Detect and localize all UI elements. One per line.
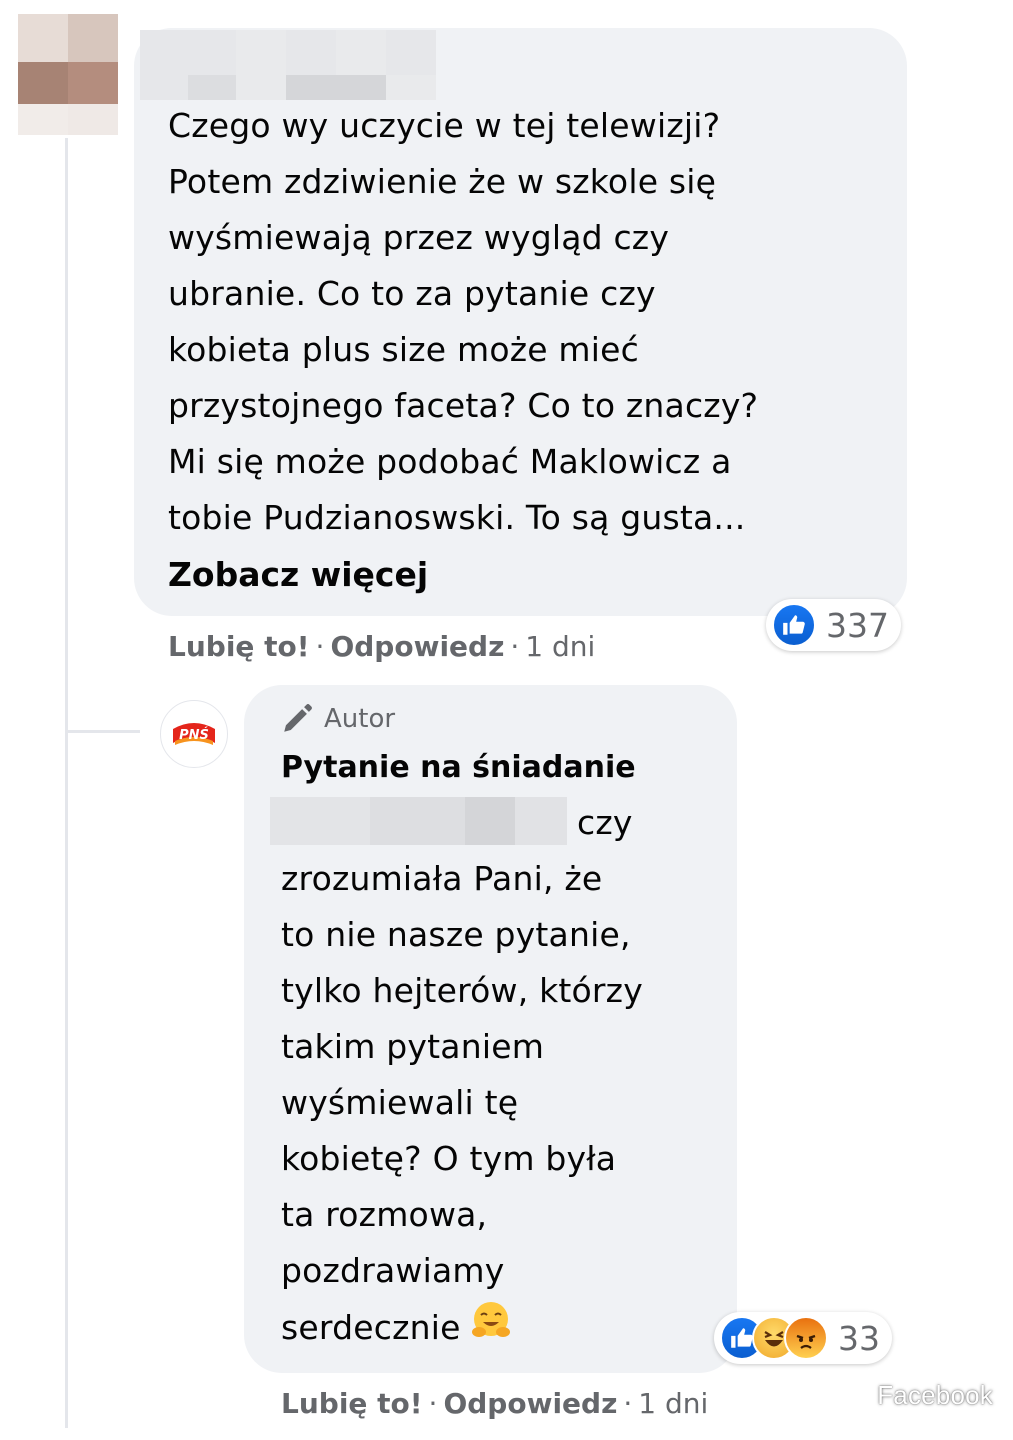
censor-block	[236, 30, 286, 75]
page-avatar[interactable]: PNŚ	[160, 700, 228, 768]
timestamp[interactable]: 1 dni	[638, 1387, 708, 1420]
censor-block	[188, 75, 236, 100]
censor-block	[386, 30, 436, 75]
reply-line: kobietę? O tym była	[281, 1139, 617, 1178]
avatar-pixel	[18, 14, 68, 62]
reactions-summary[interactable]: 337	[766, 599, 901, 651]
reply-text: czy zrozumiała Pani, że to nie nasze pyt…	[281, 795, 721, 1360]
reply-line: to nie nasze pytanie,	[281, 915, 631, 954]
comment-line: przystojnego faceta? Co to znaczy?	[168, 386, 759, 425]
comment-line: Czego wy uczycie w tej telewizji?	[168, 106, 721, 145]
reply-button[interactable]: Odpowiedz	[330, 630, 504, 663]
reply-line: zrozumiała Pani, że	[281, 859, 603, 898]
reply-line: czy	[577, 803, 633, 842]
comment-line: Mi się może podobać Maklowicz a	[168, 442, 732, 481]
censor-block	[386, 75, 436, 100]
censor-block	[188, 30, 236, 75]
author-badge: Autor	[280, 702, 395, 736]
author-badge-label: Autor	[324, 704, 396, 734]
reply-line: takim pytaniem	[281, 1027, 545, 1066]
avatar-pixel	[18, 62, 68, 104]
reply-last-line: serdecznie	[281, 1299, 721, 1360]
timestamp[interactable]: 1 dni	[525, 630, 595, 663]
censor-block	[140, 30, 188, 75]
reactions-summary[interactable]: 33	[714, 1312, 892, 1364]
avatar-pixel	[68, 62, 118, 104]
reply-line: ta rozmowa,	[281, 1195, 488, 1234]
censor-block	[286, 30, 336, 75]
angry-icon	[784, 1316, 828, 1360]
separator: ·	[315, 630, 325, 663]
like-icon	[772, 603, 816, 647]
censored-author-name[interactable]	[140, 30, 436, 100]
like-button[interactable]: Lubię to!	[168, 630, 310, 663]
reply-line: wyśmiewali tę	[281, 1083, 519, 1122]
avatar-pixel	[68, 14, 118, 62]
facebook-watermark: Facebook	[877, 1380, 993, 1410]
censor-block	[286, 75, 336, 100]
avatar-pixel	[68, 104, 118, 135]
pencil-icon	[284, 704, 312, 732]
reply-line: tylko hejterów, którzy	[281, 971, 643, 1010]
separator: ·	[428, 1387, 438, 1420]
reaction-count: 33	[838, 1318, 880, 1358]
separator: ·	[510, 630, 520, 663]
comment-line: Potem zdziwienie że w szkole się	[168, 162, 717, 201]
censor-block	[336, 30, 386, 75]
censor-block	[236, 75, 286, 100]
censor-block	[336, 75, 386, 100]
hugging-face-icon	[469, 1299, 513, 1360]
reply-line: pozdrawiamy	[281, 1251, 505, 1290]
reaction-count: 337	[826, 605, 889, 645]
comment-line: wyśmiewają przez wygląd czy	[168, 218, 670, 257]
separator: ·	[623, 1387, 633, 1420]
see-more-link[interactable]: Zobacz więcej	[168, 547, 428, 603]
avatar-pixel	[18, 104, 68, 135]
comment-text: Czego wy uczycie w tej telewizji? Potem …	[168, 98, 888, 546]
reply-actions: Lubię to! · Odpowiedz · 1 dni	[281, 1387, 708, 1420]
avatar[interactable]	[18, 14, 118, 135]
reply-button[interactable]: Odpowiedz	[443, 1387, 617, 1420]
comment-actions: Lubię to! · Odpowiedz · 1 dni	[168, 630, 595, 663]
comment-line: kobieta plus size może mieć	[168, 330, 639, 369]
reply-line: serdecznie	[281, 1308, 461, 1347]
thread-branch	[68, 730, 140, 733]
pns-logo: PNŚ	[167, 707, 221, 761]
page-name-link[interactable]: Pytanie na śniadanie	[281, 750, 636, 785]
comment-line: ubranie. Co to za pytanie czy	[168, 274, 656, 313]
like-button[interactable]: Lubię to!	[281, 1387, 423, 1420]
thread-line	[65, 138, 68, 1428]
comment-line: tobie Pudzianoswski. To są gusta...	[168, 498, 746, 537]
pns-logo-text: PNŚ	[179, 727, 209, 743]
censor-block	[140, 75, 188, 100]
